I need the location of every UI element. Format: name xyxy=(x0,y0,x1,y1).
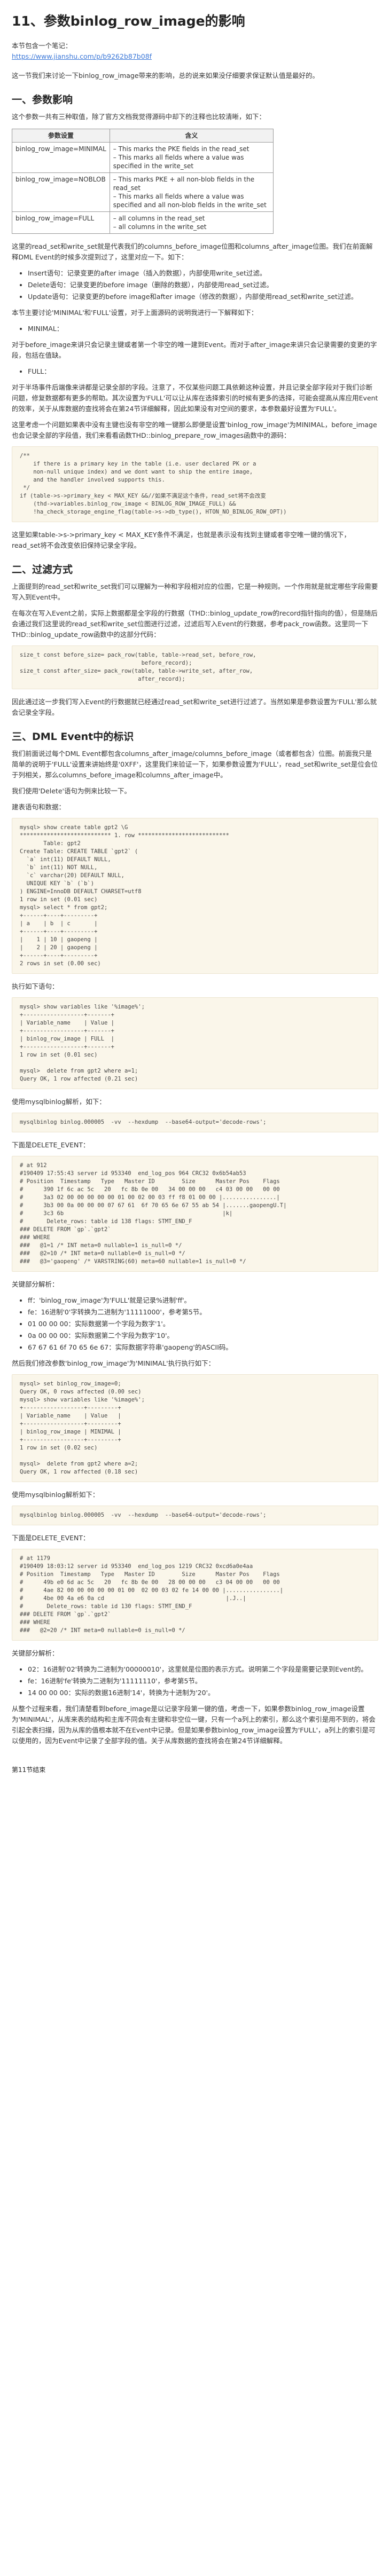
bullet-list: 02：16进制'02'转换为二进制为'00000010'，这里就是位图的表示方式… xyxy=(12,1664,378,1698)
table-row: binlog_row_image=NOBLOB – This marks PKE… xyxy=(12,172,274,212)
list-item: 67 67 61 6f 70 65 6e 67：实际数据字符串'gaopeng'… xyxy=(28,1342,378,1353)
code-block: # at 912 #190409 17:55:43 server id 9533… xyxy=(12,1156,378,1272)
meaning-line: – This marks the PKE fields in the read_… xyxy=(113,145,249,153)
table-row: binlog_row_image=FULL – all columns in t… xyxy=(12,211,274,234)
table-cell-param: binlog_row_image=MINIMAL xyxy=(12,142,110,173)
paragraph: 这里的read_set和write_set就是代表我们的columns_befo… xyxy=(12,242,373,261)
section-heading-3: 三、DML Event中的标识 xyxy=(12,731,134,743)
label: 下面是DELETE_EVENT： xyxy=(12,1534,90,1542)
table-cell-meaning: – all columns in the read_set – all colu… xyxy=(109,211,274,234)
section-heading-1: 一、参数影响 xyxy=(12,94,73,106)
code-block: mysql> show variables like '%image%'; +-… xyxy=(12,997,378,1089)
page-title: 11、参数binlog_row_image的影响 xyxy=(12,13,245,29)
source-link[interactable]: https://www.jianshu.com/p/b9262b87b08f xyxy=(12,52,152,60)
paragraph: 这里如果table->s->primary_key < MAX_KEY条件不满足… xyxy=(12,531,350,549)
paragraph: 在每次在写入Event之前，实际上数据都是全字段的行数据（THD::binlog… xyxy=(12,609,378,639)
list-item: fe：16进制'fe'转换为二进制为'11111110'，参考第5节。 xyxy=(28,1676,378,1687)
meaning-line: – This marks PKE + all non-blob fields i… xyxy=(113,176,255,192)
list-item: fe：16进制'0'字转换为二进制为'11111000'，参考第5节。 xyxy=(28,1307,378,1318)
list-item: Insert语句：记录变更的after image（插入的数据），内部使用wri… xyxy=(28,268,378,279)
paragraph: 对于半场事件后端像来讲都是记录全部的字段。注意了，不仅某些问题工具依赖这种设置，… xyxy=(12,383,378,413)
bullet-list: FULL： xyxy=(12,366,378,377)
list-item: 0a 00 00 00：实际数据第二个字段为数字'10'。 xyxy=(28,1330,378,1341)
label: 关键部分解析： xyxy=(12,1649,59,1657)
intro-text: 本节包含一个笔记： xyxy=(12,42,72,50)
list-item: 02：16进制'02'转换为二进制为'00000010'，这里就是位图的表示方式… xyxy=(28,1664,378,1675)
label: 关键部分解析： xyxy=(12,1280,59,1288)
paragraph: 因此通过这一步我们写入Event的行数据就已经通过read_set和write_… xyxy=(12,698,377,716)
list-item: 01 00 00 00：实际数据第一个字段为数字'1'。 xyxy=(28,1319,378,1329)
list-item: Update语句：记录变更的before image和after image（修… xyxy=(28,292,378,302)
code-block: # at 1179 #190409 18:03:12 server id 953… xyxy=(12,1549,378,1641)
meaning-line: – all columns in the read_set xyxy=(113,215,205,222)
meaning-line: – This marks all fields where a value wa… xyxy=(113,154,244,170)
bullet-list: ff：'binlog_row_image'为'FULL'就是记录%进制'ff'。… xyxy=(12,1295,378,1353)
article: 11、参数binlog_row_image的影响 本节包含一个笔记： https… xyxy=(0,0,390,1775)
label: 建表语句和数据： xyxy=(12,803,66,811)
paragraph: 我们使用'Delete'语句为例来比较一下。 xyxy=(12,787,131,795)
table-cell-meaning: – This marks the PKE fields in the read_… xyxy=(109,142,274,173)
list-item: FULL： xyxy=(28,366,378,377)
code-block: mysqlbinlog binlog.000005 -vv --hexdump … xyxy=(12,1113,378,1132)
label: 下面是DELETE_EVENT： xyxy=(12,1141,90,1149)
table-header: 含义 xyxy=(109,129,274,143)
paragraph: 本节主要讨论'MINIMAL'和'FULL'设置，对于上面源码的说明我进行一下解… xyxy=(12,309,258,317)
label: 执行如下语句： xyxy=(12,982,59,990)
bullet-list: MINIMAL： xyxy=(12,324,378,334)
section-heading-2: 二、过滤方式 xyxy=(12,564,73,576)
paragraph: 这里考虑一个问题如果表中没有主键也没有非空的唯一键那么即便是设置'binlog_… xyxy=(12,421,377,439)
meaning-line: – This marks all fields where a value wa… xyxy=(113,193,267,209)
code-block: mysqlbinlog binlog.000005 -vv --hexdump … xyxy=(12,1506,378,1525)
code-block: mysql> show create table gpt2 \G *******… xyxy=(12,818,378,974)
intro: 本节包含一个笔记： https://www.jianshu.com/p/b926… xyxy=(12,41,378,62)
label: 使用mysqlbinlog解析，如下： xyxy=(12,1098,106,1106)
table-cell-meaning: – This marks PKE + all non-blob fields i… xyxy=(109,172,274,212)
code-block: mysql> set binlog_row_image=0; Query OK,… xyxy=(12,1374,378,1482)
paragraph: 我们前面说过每个DML Event都包含columns_after_image/… xyxy=(12,750,378,779)
bullet-list: Insert语句：记录变更的after image（插入的数据），内部使用wri… xyxy=(12,268,378,302)
paragraph: 这一节我们来讨论一下binlog_row_image带来的影响，总的说来如果没仔… xyxy=(12,72,319,80)
list-item: MINIMAL： xyxy=(28,324,378,334)
list-item: 14 00 00 00：实际的数据16进制'14'，转换为十进制为'20'。 xyxy=(28,1688,378,1698)
paragraph: 上面提到的read_set和write_set我们可以理解为一种和字段相对应的位… xyxy=(12,582,378,601)
list-item: Delete语句：记录变更的before image（删除的数据），内部使用re… xyxy=(28,280,378,290)
list-item: ff：'binlog_row_image'为'FULL'就是记录%进制'ff'。 xyxy=(28,1295,378,1306)
table-cell-param: binlog_row_image=NOBLOB xyxy=(12,172,110,212)
label: 然后我们修改参数'binlog_row_image'为'MINIMAL'执行执行… xyxy=(12,1359,215,1367)
table-cell-param: binlog_row_image=FULL xyxy=(12,211,110,234)
table-header: 参数设置 xyxy=(12,129,110,143)
section-end-note: 第11节结束 xyxy=(12,1766,46,1774)
code-block: /** if there is a primary key in the tab… xyxy=(12,446,378,522)
paragraph: 对于before_image来讲只会记录主键或者第一个非空的唯一建到Event。… xyxy=(12,341,377,359)
code-block: size_t const before_size= pack_row(table… xyxy=(12,645,378,689)
meaning-line: – all columns in the write_set xyxy=(113,223,207,231)
table-row: binlog_row_image=MINIMAL – This marks th… xyxy=(12,142,274,173)
params-table: 参数设置 含义 binlog_row_image=MINIMAL – This … xyxy=(12,129,274,234)
paragraph: 从整个过程来看，我们清楚看到before_image是以记录字段第一键的值，考虑… xyxy=(12,1705,376,1745)
label: 使用mysqlbinlog解析如下： xyxy=(12,1491,99,1499)
table-header-row: 参数设置 含义 xyxy=(12,129,274,143)
paragraph: 这个参数一共有三种取值，除了官方文档我觉得源码中却下的注释也比较清晰，如下： xyxy=(12,113,266,121)
